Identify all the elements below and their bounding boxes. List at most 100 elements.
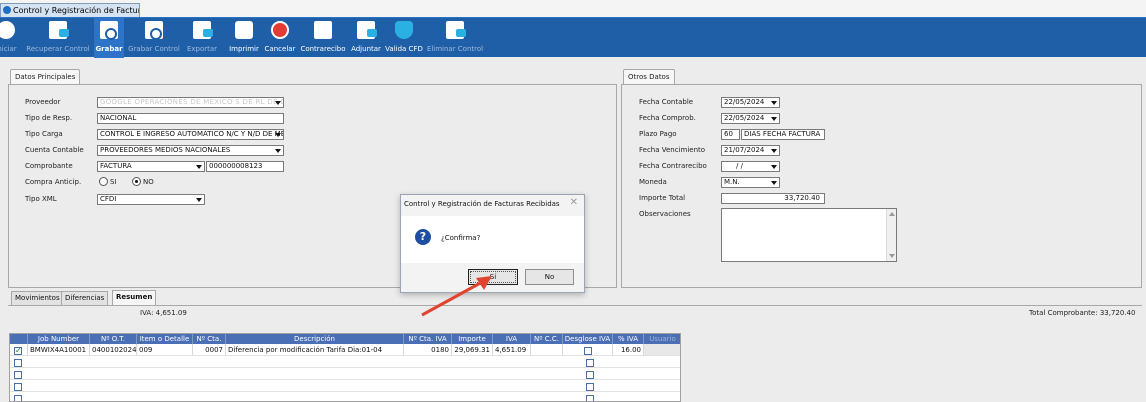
- recuperar-control-button[interactable]: Recuperar Control: [22, 18, 94, 58]
- fecha-vencimiento-field[interactable]: 21/07/2024: [721, 145, 780, 156]
- tab-movimientos[interactable]: Movimientos: [11, 291, 64, 305]
- grabar-control-button[interactable]: Grabar Control: [126, 18, 182, 58]
- chevron-down-icon: [196, 163, 203, 170]
- grid-header-item[interactable]: Item o Detalle: [137, 334, 193, 344]
- comprobante-label: Comprobante: [25, 162, 73, 170]
- desglose-checkbox[interactable]: [586, 371, 594, 379]
- grid-header-descripcion[interactable]: Descripción: [226, 334, 404, 344]
- grid-header-job-number[interactable]: Job Number: [28, 334, 90, 344]
- fecha-comprob-label: Fecha Comprob.: [639, 114, 696, 122]
- adjuntar-button[interactable]: Adjuntar: [349, 18, 383, 58]
- scroll-up-icon: [889, 212, 895, 216]
- fecha-vencimiento-label: Fecha Vencimiento: [639, 146, 706, 154]
- no-button[interactable]: No: [525, 269, 574, 285]
- tab-datos-principales[interactable]: Datos Principales: [10, 69, 81, 84]
- chevron-down-icon: [275, 131, 282, 138]
- row-checkbox[interactable]: [14, 383, 22, 391]
- tab-otros-datos[interactable]: Otros Datos: [623, 69, 675, 84]
- compra-anticip-no-radio[interactable]: [132, 177, 141, 186]
- tipo-xml-select[interactable]: CFDI: [97, 194, 205, 205]
- imprimir-button[interactable]: Imprimir: [226, 18, 262, 58]
- comprobante-select[interactable]: FACTURA: [97, 161, 205, 172]
- importe-total-field[interactable]: 33,720.40: [721, 193, 825, 204]
- chevron-down-icon: [771, 147, 778, 154]
- plazo-pago-dias-field[interactable]: 60: [721, 129, 740, 140]
- desglose-checkbox[interactable]: [586, 383, 594, 391]
- grid-header-cc[interactable]: Nº C.C.: [531, 334, 563, 344]
- table-row: [10, 356, 680, 368]
- exportar-button[interactable]: Exportar: [183, 18, 221, 58]
- row-checkbox[interactable]: [14, 345, 22, 355]
- contrarecibo-button[interactable]: Contrarecibo: [298, 18, 348, 58]
- printer-icon: [235, 21, 253, 39]
- total-comprobante: Total Comprobante: 33,720.40: [1029, 309, 1136, 317]
- cell-item[interactable]: 009: [137, 344, 193, 356]
- tipo-carga-select[interactable]: CONTROL E INGRESO AUTOMÁTICO N/C Y N/D D…: [97, 129, 284, 140]
- desglose-checkbox[interactable]: [584, 347, 592, 355]
- desglose-checkbox[interactable]: [586, 395, 594, 401]
- window-tab-title: Control y Registración de Factura...: [13, 6, 140, 15]
- cell-cc[interactable]: [531, 344, 563, 356]
- cancel-icon: [271, 21, 289, 39]
- tab-diferencias[interactable]: Diferencias: [61, 291, 109, 305]
- table-row: [10, 368, 680, 380]
- proveedor-select[interactable]: GOOGLE OPERACIONES DE MEXICO S DE RL DE …: [97, 97, 284, 108]
- row-checkbox[interactable]: [14, 395, 22, 401]
- tipo-resp-field[interactable]: NACIONAL: [97, 113, 284, 124]
- grid-header-ot[interactable]: Nº O.T.: [90, 334, 137, 344]
- comprobante-numero-field[interactable]: 000000008123: [206, 161, 284, 172]
- grabar-button[interactable]: Grabar: [94, 18, 124, 58]
- eliminar-control-button[interactable]: Eliminar Control: [424, 18, 486, 58]
- grid-header-iva[interactable]: IVA: [493, 334, 531, 344]
- chevron-down-icon: [771, 115, 778, 122]
- iniciar-button[interactable]: Iniciar: [0, 18, 20, 58]
- cell-pct-iva[interactable]: 16.00: [613, 344, 644, 356]
- valida-cfd-button[interactable]: Valida CFD: [384, 18, 424, 58]
- cell-cta[interactable]: 0007: [193, 344, 226, 356]
- row-check-cell: [10, 344, 28, 356]
- grid-header-cta-iva[interactable]: Nº Cta. IVA: [404, 334, 452, 344]
- grid-header-desglose-iva[interactable]: Desglose IVA: [563, 334, 613, 344]
- chevron-down-icon: [771, 163, 778, 170]
- fecha-comprob-field[interactable]: 22/05/2024: [721, 113, 780, 124]
- question-icon: ?: [415, 229, 431, 245]
- cell-job-number[interactable]: BMWIX4A10001: [28, 344, 90, 356]
- compra-anticip-label: Compra Anticip.: [25, 178, 82, 186]
- compra-anticip-si-radio[interactable]: [99, 177, 108, 186]
- moneda-select[interactable]: M.N.: [721, 177, 780, 188]
- plazo-pago-tipo-field[interactable]: DIAS FECHA FACTURA: [741, 129, 825, 140]
- cuenta-contable-select[interactable]: PROVEEDORES MEDIOS NACIONALES: [97, 145, 284, 156]
- toolbar: Iniciar Recuperar Control Grabar Grabar …: [0, 17, 1146, 58]
- row-checkbox[interactable]: [14, 359, 22, 367]
- moneda-label: Moneda: [639, 178, 667, 186]
- fecha-contrarecibo-field[interactable]: / /: [721, 161, 780, 172]
- fecha-contable-label: Fecha Contable: [639, 98, 694, 106]
- row-checkbox[interactable]: [14, 371, 22, 379]
- desglose-checkbox[interactable]: [586, 359, 594, 367]
- window-titlebar: [0, 0, 1146, 17]
- observaciones-textarea[interactable]: [721, 208, 897, 262]
- cell-iva[interactable]: 4,651.09: [493, 344, 531, 356]
- cell-usuario[interactable]: [644, 344, 680, 356]
- grid-header-importe[interactable]: Importe: [452, 334, 493, 344]
- dialog-title: Control y Registración de Facturas Recib…: [404, 200, 560, 208]
- cell-descripcion[interactable]: Diferencia por modificación Tarifa Dia:0…: [226, 344, 404, 356]
- cell-ot[interactable]: 0400102024: [90, 344, 137, 356]
- chart-icon: [314, 21, 332, 39]
- cancelar-button[interactable]: Cancelar: [262, 18, 298, 58]
- close-icon[interactable]: ✕: [570, 197, 578, 208]
- importe-total-label: Importe Total: [639, 194, 686, 202]
- window-tab[interactable]: Control y Registración de Factura...: [0, 3, 140, 17]
- tab-resumen[interactable]: Resumen: [112, 290, 157, 305]
- grid-header-pct-iva[interactable]: % IVA: [613, 334, 644, 344]
- arrow-shaft: [421, 279, 485, 317]
- observaciones-scrollbar[interactable]: [886, 209, 896, 261]
- play-icon: [0, 21, 15, 39]
- table-row: [10, 392, 680, 401]
- attach-icon: [357, 21, 377, 39]
- cell-cta-iva[interactable]: 0180: [404, 344, 452, 356]
- cell-importe[interactable]: 29,069.31: [452, 344, 493, 356]
- fecha-contable-field[interactable]: 22/05/2024: [721, 97, 780, 108]
- grid-header-usuario[interactable]: Usuario: [644, 334, 680, 344]
- grid-header-cta[interactable]: Nº Cta.: [193, 334, 226, 344]
